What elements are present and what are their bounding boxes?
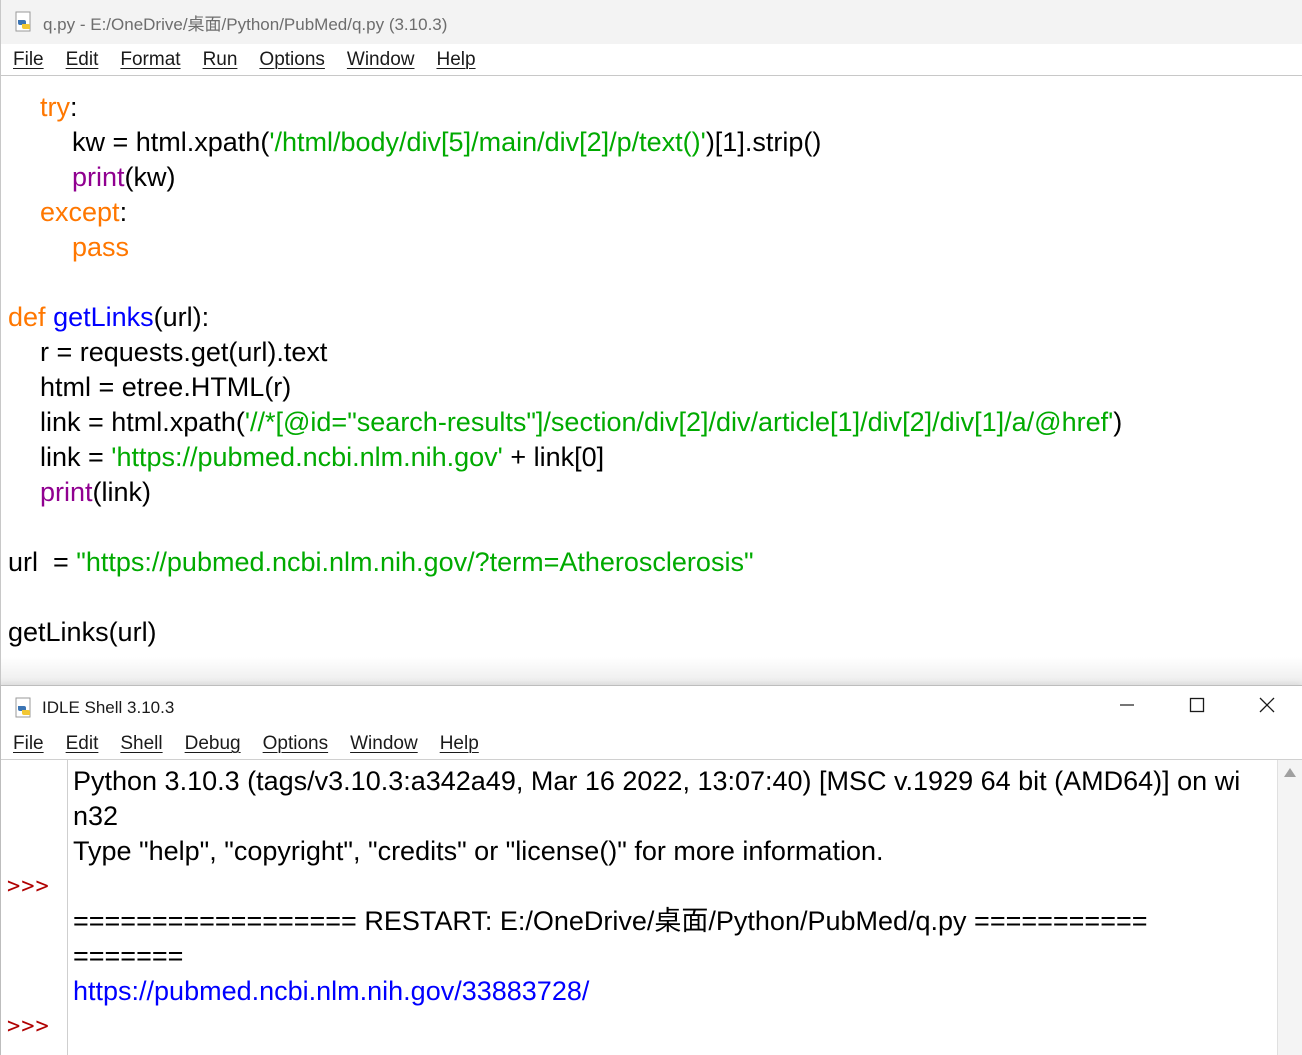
builtin-token: print	[40, 477, 93, 507]
keyword-token: pass	[72, 232, 130, 262]
menu-format[interactable]: Format	[120, 49, 180, 71]
code-token: )[1].strip()	[705, 127, 822, 157]
code-token: :	[119, 197, 128, 227]
menu-debug[interactable]: Debug	[185, 733, 241, 755]
code-line: print(kw)	[72, 160, 176, 195]
code-line: try:	[40, 90, 78, 125]
code-line: print(link)	[40, 475, 151, 510]
menu-file[interactable]: File	[13, 49, 44, 71]
menu-window[interactable]: Window	[347, 49, 415, 71]
editor-menubar: File Edit Format Run Options Window Help	[1, 44, 1302, 76]
code-token: )	[1113, 407, 1123, 437]
shell-body: >>> >>> Python 3.10.3 (tags/v3.10.3:a342…	[1, 760, 1302, 1055]
code-line: pass	[72, 230, 129, 265]
editor-titlebar: q.py - E:/OneDrive/桌面/Python/PubMed/q.py…	[1, 0, 1302, 44]
editor-window-title: q.py - E:/OneDrive/桌面/Python/PubMed/q.py…	[43, 14, 448, 34]
code-token: (kw)	[124, 162, 176, 192]
shell-titlebar: IDLE Shell 3.10.3	[1, 686, 1302, 729]
shell-prompt: >>>	[7, 1014, 50, 1039]
shell-prompt: >>>	[7, 874, 50, 899]
shell-banner-line: Python 3.10.3 (tags/v3.10.3:a342a49, Mar…	[73, 766, 1241, 796]
menu-run[interactable]: Run	[203, 49, 238, 71]
menu-help[interactable]: Help	[440, 733, 479, 755]
builtin-token: print	[72, 162, 125, 192]
minimize-button[interactable]	[1092, 686, 1162, 729]
code-line: def getLinks(url):	[8, 300, 209, 335]
window-controls	[1092, 686, 1302, 729]
menu-edit[interactable]: Edit	[66, 49, 99, 71]
menu-help[interactable]: Help	[436, 49, 475, 71]
shell-restart-line: =======	[73, 941, 184, 971]
code-line: html = etree.HTML(r)	[40, 372, 292, 402]
code-token: :	[70, 92, 78, 122]
shell-window-title: IDLE Shell 3.10.3	[42, 697, 175, 717]
menu-options[interactable]: Options	[259, 49, 324, 71]
menu-file[interactable]: File	[13, 733, 44, 755]
string-token: "https://pubmed.ncbi.nlm.nih.gov/?term=A…	[76, 547, 754, 577]
code-token: (link)	[92, 477, 152, 507]
prompt-gutter: >>> >>>	[1, 760, 68, 1055]
code-token: kw = html.xpath(	[72, 127, 270, 157]
code-line: getLinks(url)	[8, 617, 157, 647]
code-line: url = "https://pubmed.ncbi.nlm.nih.gov/?…	[8, 545, 754, 580]
shell-output-text-area[interactable]: Python 3.10.3 (tags/v3.10.3:a342a49, Mar…	[73, 760, 1276, 1055]
scroll-up-arrow-icon[interactable]	[1284, 768, 1296, 777]
editor-bottom-fade	[1, 657, 1302, 685]
code-token: link = html.xpath(	[40, 407, 245, 437]
menu-options[interactable]: Options	[263, 733, 328, 755]
shell-scrollbar[interactable]	[1277, 760, 1302, 1055]
shell-banner-line: n32	[73, 801, 119, 831]
definition-token: getLinks	[53, 302, 154, 332]
menu-window[interactable]: Window	[350, 733, 418, 755]
code-line: r = requests.get(url).text	[40, 337, 328, 367]
python-file-icon	[13, 11, 35, 33]
shell-output-url: https://pubmed.ncbi.nlm.nih.gov/33883728…	[73, 976, 590, 1006]
close-button[interactable]	[1232, 686, 1302, 729]
editor-window: q.py - E:/OneDrive/桌面/Python/PubMed/q.py…	[0, 0, 1302, 685]
shell-restart-line: ================== RESTART: E:/OneDrive/…	[73, 906, 1148, 936]
code-line: link = html.xpath('//*[@id="search-resul…	[40, 405, 1122, 440]
python-file-icon	[13, 697, 35, 719]
maximize-icon	[1189, 697, 1205, 718]
keyword-token: def	[8, 302, 46, 332]
code-editor-text-area[interactable]: try: kw = html.xpath('/html/body/div[5]/…	[1, 76, 1302, 685]
code-line: kw = html.xpath('/html/body/div[5]/main/…	[72, 125, 821, 160]
maximize-button[interactable]	[1162, 686, 1232, 729]
code-token: url =	[8, 547, 77, 577]
code-token: (url):	[153, 302, 210, 332]
code-line: link = 'https://pubmed.ncbi.nlm.nih.gov'…	[40, 440, 604, 475]
shell-menubar: File Edit Shell Debug Options Window Hel…	[1, 729, 1302, 760]
string-token: '/html/body/div[5]/main/div[2]/p/text()'	[269, 127, 706, 157]
close-icon	[1259, 697, 1275, 718]
string-token: 'https://pubmed.ncbi.nlm.nih.gov'	[111, 442, 503, 472]
shell-window: IDLE Shell 3.10.3 File Edit Shell Debug …	[0, 685, 1302, 1055]
shell-banner-line: Type "help", "copyright", "credits" or "…	[73, 836, 884, 866]
code-token: link =	[40, 442, 112, 472]
code-token: + link[0]	[502, 442, 605, 472]
string-token: '//*[@id="search-results"]/section/div[2…	[244, 407, 1114, 437]
menu-shell[interactable]: Shell	[120, 733, 162, 755]
keyword-token: try	[40, 92, 70, 122]
keyword-token: except	[40, 197, 120, 227]
minimize-icon	[1119, 697, 1135, 718]
code-line: except:	[40, 195, 127, 230]
menu-edit[interactable]: Edit	[66, 733, 99, 755]
